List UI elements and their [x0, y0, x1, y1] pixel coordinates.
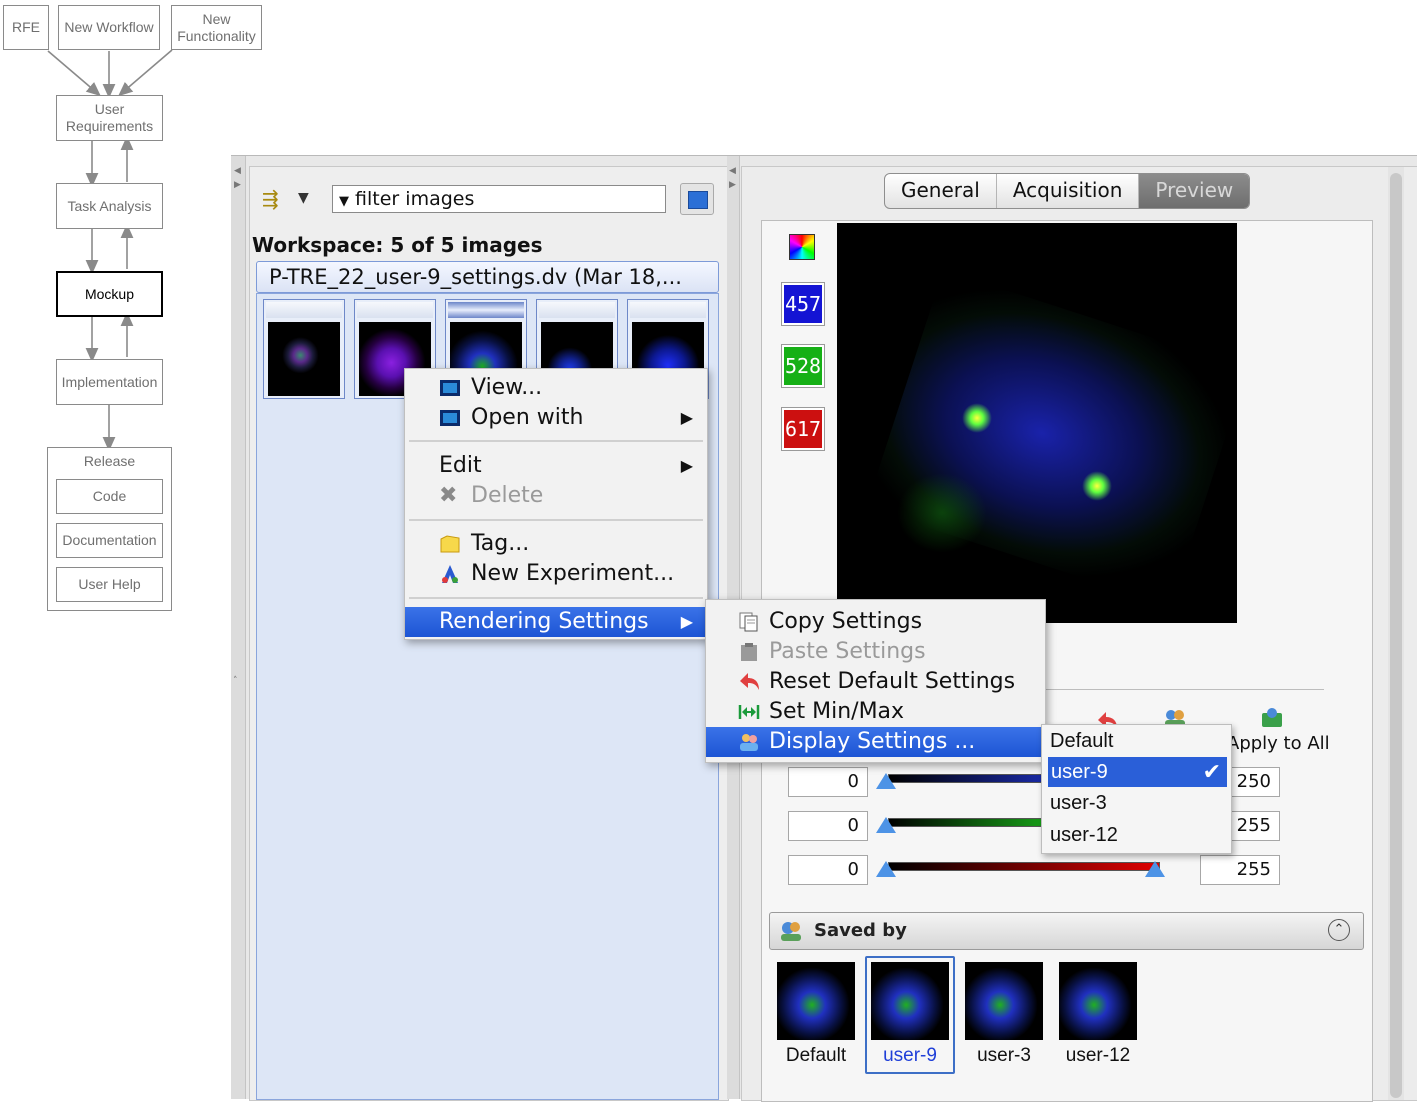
scrollbar-thumb[interactable]: [1390, 173, 1402, 1098]
menu-separator: [409, 519, 703, 521]
wf-new-workflow: New Workflow: [58, 5, 160, 50]
checkmark-icon: ✔: [1202, 759, 1221, 784]
menu-tag[interactable]: Tag...: [405, 529, 707, 559]
channel-blue-button[interactable]: 457: [782, 283, 824, 325]
wf-implementation: Implementation: [56, 359, 163, 405]
wf-release-label: Release: [83, 453, 136, 469]
menu-separator: [409, 597, 703, 599]
menu-new-experiment[interactable]: New Experiment...: [405, 559, 707, 589]
rgb-color-icon[interactable]: [789, 234, 815, 260]
user-option-user-9[interactable]: user-9 ✔: [1048, 757, 1227, 787]
collapse-left-icon[interactable]: ◀: [234, 166, 241, 176]
preview-image: [837, 223, 1237, 623]
min-max-icon: [738, 705, 760, 719]
wf-task-analysis: Task Analysis: [56, 183, 163, 229]
delete-x-icon: ✖: [439, 483, 458, 508]
filter-dropdown-icon[interactable]: ▼: [339, 194, 349, 209]
expand-panel-icon[interactable]: ▶: [729, 180, 736, 190]
red-min-handle[interactable]: [876, 861, 896, 877]
menu-display-settings[interactable]: Display Settings ...: [706, 727, 1045, 757]
menu-separator: [409, 440, 703, 442]
saved-by-header[interactable]: Saved by ⌃: [769, 912, 1364, 950]
workspace-label: Workspace: 5 of 5 images: [252, 233, 543, 257]
experiment-icon: [442, 565, 458, 583]
expand-right-icon[interactable]: ▶: [234, 180, 241, 190]
sort-arrows-icon[interactable]: ⇶: [262, 187, 279, 211]
user-option-user-3[interactable]: user-3: [1042, 788, 1231, 818]
user-option-default[interactable]: Default: [1042, 726, 1231, 756]
red-max-handle[interactable]: [1145, 861, 1165, 877]
menu-reset-default-settings[interactable]: Reset Default Settings: [706, 667, 1045, 697]
wf-mockup: Mockup: [56, 271, 163, 317]
tab-bar: General Acquisition Preview: [884, 173, 1251, 209]
green-min-field[interactable]: 0: [788, 811, 868, 841]
menu-rendering-settings[interactable]: Rendering Settings ▶: [405, 607, 707, 637]
submenu-arrow-icon: ▶: [680, 612, 693, 631]
saved-thumb-user-9[interactable]: [871, 962, 949, 1040]
submenu-arrow-icon: ▶: [680, 456, 693, 475]
menu-paste-settings[interactable]: Paste Settings: [706, 637, 1045, 667]
collapse-panel-icon[interactable]: ◀: [729, 166, 736, 176]
tab-general[interactable]: General: [885, 174, 997, 208]
red-min-field[interactable]: 0: [788, 855, 868, 885]
wf-code: Code: [56, 479, 163, 514]
rendering-submenu: Copy Settings Paste Settings Reset Defau…: [705, 599, 1046, 763]
dataset-title[interactable]: P-TRE_22_user-9_settings.dv (Mar 18,...: [256, 261, 719, 293]
wf-user-help: User Help: [56, 567, 163, 602]
menu-set-min-max[interactable]: Set Min/Max: [706, 697, 1045, 727]
dropdown-arrow-icon[interactable]: ▼: [298, 190, 309, 206]
filter-text: filter images: [355, 188, 475, 210]
grid-layout-icon: [688, 191, 708, 209]
saved-by-users-icon: [781, 922, 801, 941]
tab-preview[interactable]: Preview: [1139, 174, 1250, 208]
filter-images-field[interactable]: ▼ filter images: [332, 185, 666, 213]
context-menu: View... Open with ▶ Edit ▶ ✖ Delete Tag.…: [404, 368, 708, 640]
view-icon: [440, 380, 460, 396]
green-min-handle[interactable]: [876, 817, 896, 833]
apply-to-all-label[interactable]: Apply to All: [1227, 733, 1330, 754]
users-icon: [740, 734, 758, 751]
paste-icon: [741, 643, 757, 661]
saved-by-label: Saved by: [814, 920, 907, 941]
menu-open-with[interactable]: Open with ▶: [405, 403, 707, 433]
saved-label-user-12: user-12: [1065, 1045, 1131, 1066]
red-slider-track[interactable]: [888, 862, 1160, 871]
wf-documentation: Documentation: [56, 523, 163, 558]
green-slider-track[interactable]: [888, 818, 1048, 827]
menu-view[interactable]: View...: [405, 373, 707, 403]
wf-user-requirements: User Requirements: [56, 95, 163, 141]
tab-acquisition[interactable]: Acquisition: [997, 174, 1140, 208]
blue-slider-track[interactable]: [888, 774, 1048, 783]
apply-to-all-icon[interactable]: [1259, 707, 1285, 729]
blue-min-handle[interactable]: [876, 773, 896, 789]
saved-label-default: Default: [785, 1045, 847, 1066]
left-collapse-strip[interactable]: ◀ ▶ ˄: [231, 156, 246, 1099]
menu-edit[interactable]: Edit ▶: [405, 451, 707, 481]
reset-arrow-icon: [740, 673, 759, 690]
saved-thumb-default[interactable]: [777, 962, 855, 1040]
wf-new-functionality: New Functionality: [171, 5, 262, 50]
open-with-icon: [440, 410, 460, 426]
display-settings-user-list: Default user-9 ✔ user-3 user-12: [1041, 724, 1232, 854]
wf-rfe: RFE: [3, 5, 49, 50]
collapse-icon[interactable]: ⌃: [1328, 919, 1350, 941]
saved-thumb-user-12[interactable]: [1059, 962, 1137, 1040]
blue-min-field[interactable]: 0: [788, 767, 868, 797]
image-thumbnail[interactable]: [263, 299, 345, 399]
red-max-field[interactable]: 255: [1200, 855, 1280, 885]
menu-delete[interactable]: ✖ Delete: [405, 481, 707, 511]
saved-label-user-9: user-9: [883, 1045, 937, 1066]
channel-green-button[interactable]: 528: [782, 345, 824, 387]
menu-copy-settings[interactable]: Copy Settings: [706, 607, 1045, 637]
layout-toggle-button[interactable]: [680, 183, 714, 215]
copy-icon: [739, 612, 758, 632]
user-option-user-12[interactable]: user-12: [1042, 820, 1231, 850]
vertical-scrollbar[interactable]: [1388, 167, 1404, 1100]
submenu-arrow-icon: ▶: [680, 408, 693, 427]
strip-caret-icon: ˄: [233, 676, 238, 686]
channel-red-button[interactable]: 617: [782, 408, 824, 450]
tag-icon: [440, 535, 460, 553]
saved-thumb-user-3[interactable]: [965, 962, 1043, 1040]
saved-label-user-3: user-3: [977, 1045, 1031, 1066]
